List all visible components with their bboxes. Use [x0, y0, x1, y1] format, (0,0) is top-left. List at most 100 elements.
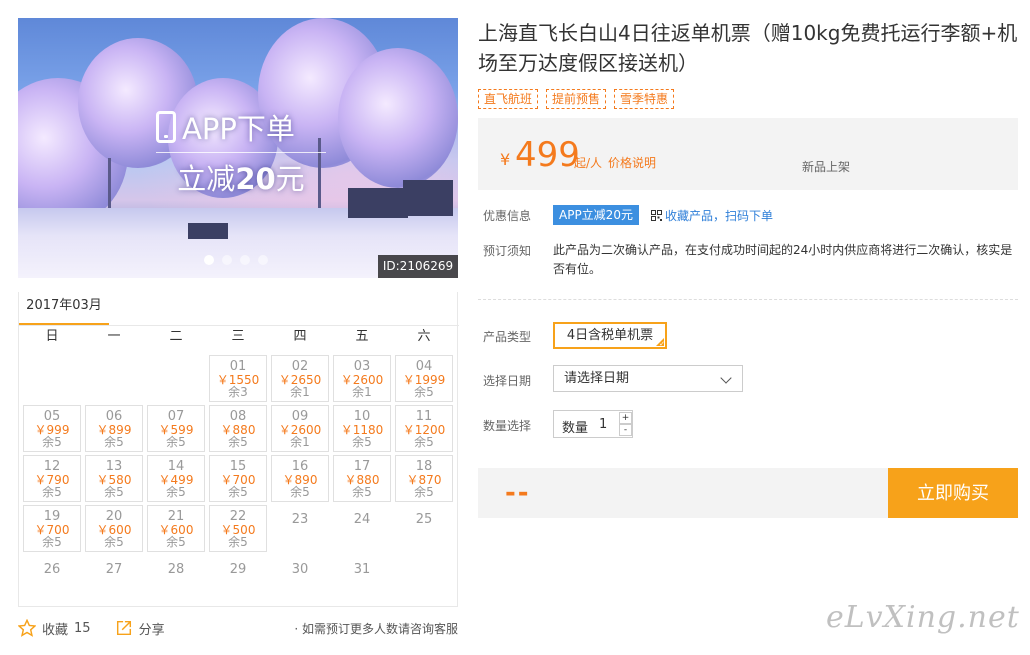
favorite-label: 收藏 [42, 622, 69, 638]
calendar-day-stock: 余5 [290, 485, 310, 499]
calendar-day-stock: 余5 [228, 535, 248, 549]
product-type-option[interactable]: 4日含税单机票 ✓ [553, 322, 667, 349]
month-tab[interactable]: 2017年03月 [19, 292, 109, 326]
calendar-day-number: 22 [229, 509, 247, 524]
calendar-day-stock: 余5 [414, 435, 434, 449]
star-icon [18, 619, 36, 637]
buy-now-button[interactable]: 立即购买 [888, 468, 1018, 518]
calendar-day-number: 11 [415, 409, 433, 424]
calendar-day[interactable]: 20 ￥600 余5 [85, 505, 143, 552]
qr-order-link[interactable]: 收藏产品，扫码下单 [651, 207, 773, 224]
calendar-day[interactable]: 22 ￥500 余5 [209, 505, 267, 552]
calendar-day[interactable]: 09 ￥2600 余1 [271, 405, 329, 452]
product-tag: 雪季特惠 [614, 89, 675, 109]
quantity-stepper[interactable]: 数量 1 + - [553, 410, 633, 438]
calendar-day-number: 24 [353, 512, 371, 527]
calendar-day[interactable]: 17 ￥880 余5 [333, 455, 391, 502]
calendar-day[interactable]: 19 ￥700 余5 [23, 505, 81, 552]
calendar-day-stock: 余5 [166, 535, 186, 549]
calendar-day-number: 19 [43, 509, 61, 524]
calendar-day-stock: 余1 [352, 385, 372, 399]
calendar-day[interactable]: 07 ￥599 余5 [147, 405, 205, 452]
calendar-day[interactable]: 13 ￥580 余5 [85, 455, 143, 502]
calendar-day-number: 14 [167, 459, 185, 474]
calendar-day-stock: 余5 [352, 485, 372, 499]
favorite-button[interactable]: 收藏 15 [18, 619, 91, 638]
currency-symbol: ¥ [500, 150, 511, 169]
calendar-day-number: 27 [105, 562, 123, 577]
calendar-day-stock: 余5 [414, 485, 434, 499]
calendar-day[interactable]: 02 ￥2650 余1 [271, 355, 329, 402]
calendar-day-number: 30 [291, 562, 309, 577]
quantity-minus-button[interactable]: - [619, 424, 632, 436]
calendar-day[interactable]: 05 ￥999 余5 [23, 405, 81, 452]
price-amount: 499 [515, 135, 580, 175]
carousel-dot[interactable] [240, 255, 250, 265]
weekday-header: 日 一 二 三 四 五 六 [19, 326, 459, 348]
carousel-dot[interactable] [258, 255, 268, 265]
calendar-day[interactable]: 10 ￥1180 余5 [333, 405, 391, 452]
calendar-grid: 01 ￥1550 余3 02 ￥2650 余1 03 ￥2600 余1 04 ￥1999 余5 05 ￥9… [23, 355, 453, 602]
calendar-day[interactable]: 04 ￥1999 余5 [395, 355, 453, 402]
hero-house [403, 180, 453, 216]
chevron-down-icon [720, 372, 732, 384]
calendar-day[interactable]: 06 ￥899 余5 [85, 405, 143, 452]
site-watermark: eLvXing.net [826, 600, 1020, 635]
product-hero-image[interactable]: APP下单 立减20元 ID:2106269 [18, 18, 458, 278]
calendar-day-number: 31 [353, 562, 371, 577]
promo-line-1: APP下单 [182, 112, 295, 146]
calendar-day[interactable]: 08 ￥880 余5 [209, 405, 267, 452]
weekday-label: 二 [169, 329, 183, 344]
calendar-day[interactable]: 14 ￥499 余5 [147, 455, 205, 502]
calendar-day-empty [85, 355, 143, 402]
weekday-label: 五 [355, 329, 369, 344]
weekday-label: 日 [45, 329, 59, 344]
calendar-day-number: 06 [105, 409, 123, 424]
quantity-plus-button[interactable]: + [619, 412, 632, 424]
calendar-day-number: 12 [43, 459, 61, 474]
share-label: 分享 [138, 622, 165, 638]
calendar-day[interactable]: 18 ￥870 余5 [395, 455, 453, 502]
quantity-value[interactable]: 1 [599, 417, 607, 432]
calendar-day: 31 [333, 555, 391, 602]
calendar-day-number: 13 [105, 459, 123, 474]
check-icon: ✓ [659, 340, 665, 348]
share-button[interactable]: 分享 [115, 619, 165, 638]
calendar-day[interactable]: 03 ￥2600 余1 [333, 355, 391, 402]
weekday-label: 四 [293, 329, 307, 344]
calendar-day-stock: 余5 [166, 435, 186, 449]
calendar-day-empty [23, 355, 81, 402]
calendar-day[interactable]: 15 ￥700 余5 [209, 455, 267, 502]
calendar-day[interactable]: 01 ￥1550 余3 [209, 355, 267, 402]
calendar-day-number: 10 [353, 409, 371, 424]
date-select[interactable]: 请选择日期 [553, 365, 743, 392]
booking-notice-label: 预订须知 [483, 244, 532, 258]
calendar-day-number: 07 [167, 409, 185, 424]
calendar-day[interactable]: 12 ￥790 余5 [23, 455, 81, 502]
carousel-dot[interactable] [204, 255, 214, 265]
price-explain-link[interactable]: 价格说明 [608, 154, 656, 171]
calendar-day-number: 28 [167, 562, 185, 577]
calendar-day-stock: 余5 [42, 535, 62, 549]
promo-divider [156, 152, 326, 153]
calendar-day-stock: 余5 [414, 385, 434, 399]
calendar-day-stock: 余1 [290, 435, 310, 449]
carousel-dot[interactable] [222, 255, 232, 265]
calendar-day-stock: 余5 [42, 435, 62, 449]
calendar-day[interactable]: 16 ￥890 余5 [271, 455, 329, 502]
calendar-day-stock: 余5 [104, 485, 124, 499]
price-calendar: 2017年03月 日 一 二 三 四 五 六 01 ￥1550 余3 02 ￥2650 余… [18, 292, 459, 607]
calendar-day-number: 09 [291, 409, 309, 424]
calendar-day: 24 [333, 505, 391, 552]
hero-house [348, 188, 408, 218]
calendar-day-stock: 余5 [42, 485, 62, 499]
calendar-day: 25 [395, 505, 453, 552]
calendar-day-number: 01 [229, 359, 247, 374]
date-select-label: 选择日期 [483, 374, 532, 388]
quantity-inner-label: 数量 [562, 421, 589, 436]
consult-note: · 如需预订更多人数请咨询客服 [294, 621, 458, 636]
calendar-day[interactable]: 11 ￥1200 余5 [395, 405, 453, 452]
price-box: ¥ 499 起/人 价格说明 新品上架 [478, 118, 1018, 190]
product-tag: 直飞航班 [478, 89, 539, 109]
calendar-day[interactable]: 21 ￥600 余5 [147, 505, 205, 552]
